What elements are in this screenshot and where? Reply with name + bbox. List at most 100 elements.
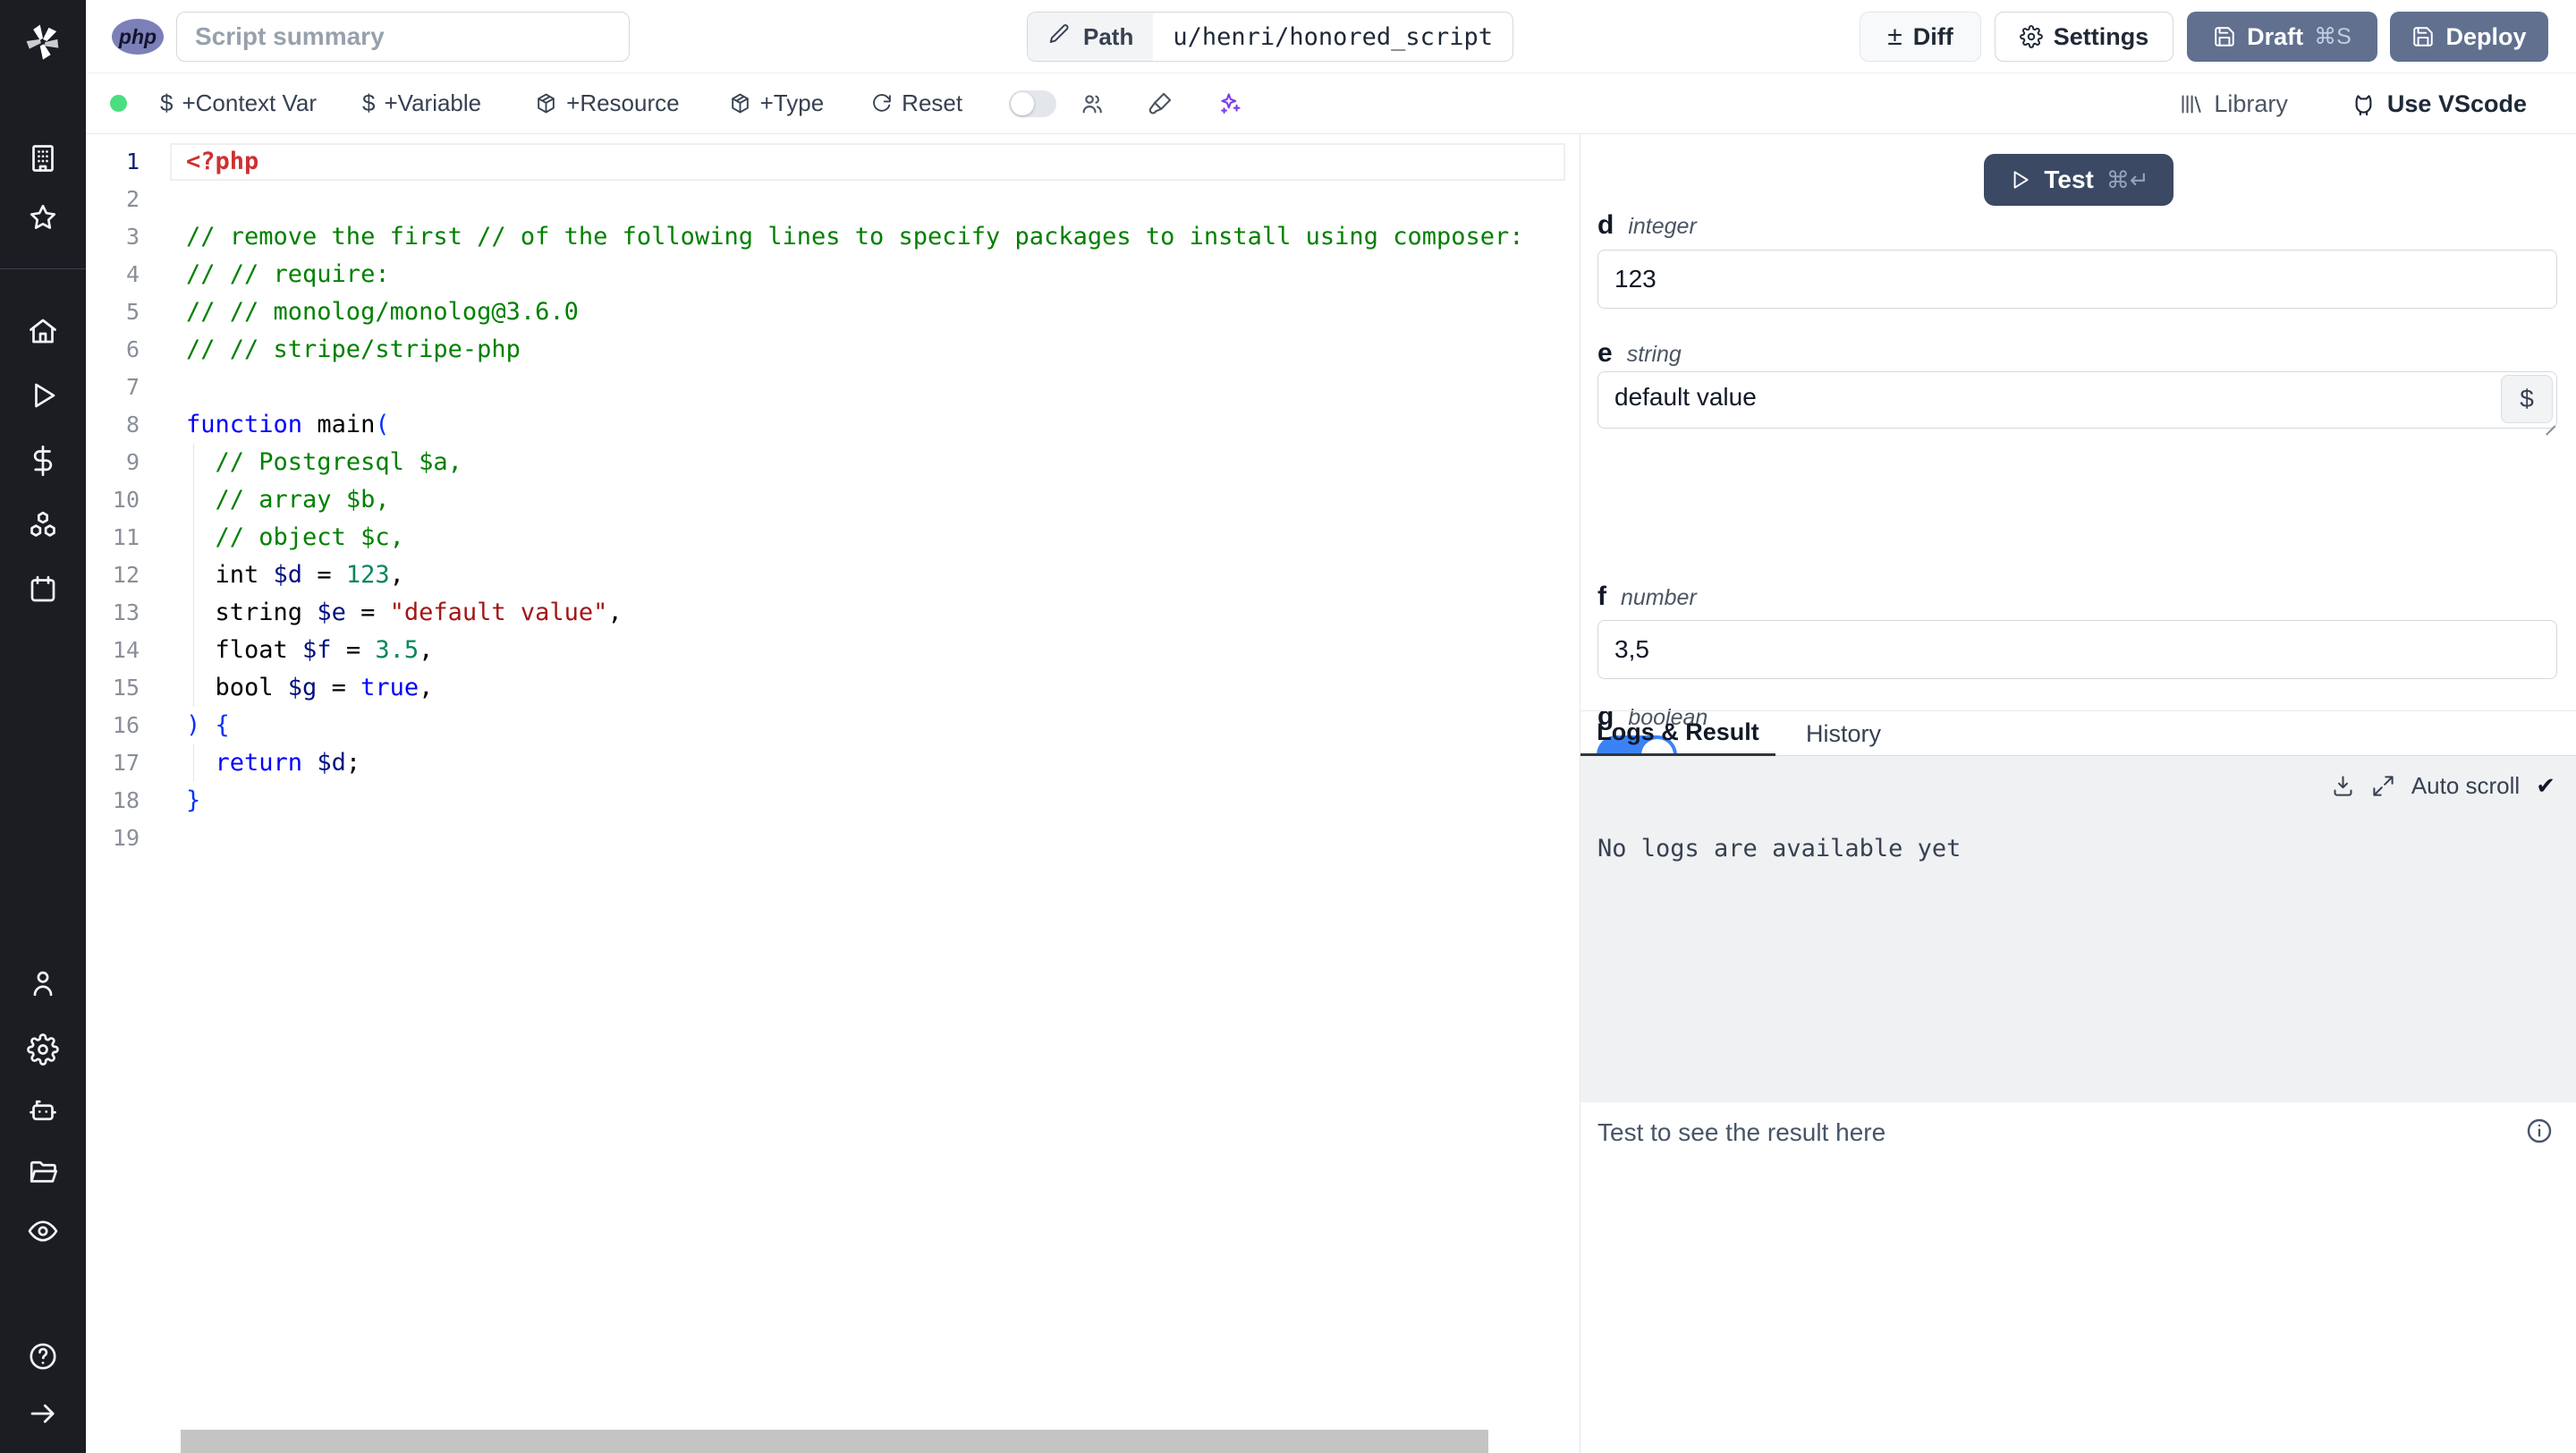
result-area: Test to see the result here: [1580, 1102, 2576, 1453]
line-number: 15: [112, 675, 140, 701]
line-number: 19: [112, 825, 140, 851]
help-icon[interactable]: [27, 1340, 59, 1372]
code-line[interactable]: 5// // monolog/monolog@3.6.0: [86, 293, 1580, 331]
pencil-icon: [1047, 22, 1071, 52]
draft-button[interactable]: Draft ⌘S: [2187, 12, 2377, 62]
code-line[interactable]: 3// remove the first // of the following…: [86, 218, 1580, 256]
dollar-icon: $: [2520, 385, 2534, 412]
add-resource-button[interactable]: +Resource: [535, 89, 680, 117]
reset-button[interactable]: Reset: [870, 89, 962, 117]
add-type-button[interactable]: +Type: [729, 89, 824, 117]
path-value: u/henri/honored_script: [1173, 22, 1493, 51]
code-line[interactable]: 16) {: [86, 707, 1580, 744]
code-line[interactable]: 1 <?php: [86, 143, 1580, 181]
line-number: 10: [112, 487, 140, 513]
horizontal-scrollbar-thumb[interactable]: [181, 1430, 1488, 1453]
editor-toolbar: $ +Context Var $ +Variable +Resource +Ty…: [86, 73, 2576, 134]
line-number: 7: [125, 374, 140, 400]
variables-dollar-icon[interactable]: [27, 445, 59, 477]
code-line[interactable]: 6// // stripe/stripe-php: [86, 331, 1580, 369]
schedules-calendar-icon[interactable]: [27, 574, 59, 606]
add-variable-button[interactable]: $ +Variable: [362, 89, 481, 117]
line-number: 12: [112, 562, 140, 588]
audit-eye-icon[interactable]: [27, 1215, 59, 1247]
field-label-e: e string: [1597, 338, 1682, 368]
line-number: 17: [112, 750, 140, 776]
line-number: 2: [125, 186, 140, 212]
favorites-star-icon[interactable]: [27, 201, 59, 234]
check-icon[interactable]: ✔: [2536, 772, 2555, 800]
tab-logs-result[interactable]: Logs & Result: [1580, 711, 1775, 757]
line-number: 13: [112, 599, 140, 625]
code-line[interactable]: 14 float $f = 3.5,: [86, 632, 1580, 669]
refresh-icon: [870, 92, 893, 115]
users-icon[interactable]: [1080, 91, 1105, 116]
line-number: 5: [125, 299, 140, 325]
workers-robot-icon[interactable]: [27, 1094, 59, 1126]
code-line[interactable]: 15 bool $g = true,: [86, 669, 1580, 707]
library-button[interactable]: Library: [2179, 90, 2288, 118]
php-language-badge: php: [112, 19, 164, 55]
code-line[interactable]: 19: [86, 820, 1580, 857]
line-number: 16: [112, 712, 140, 738]
field-input-f[interactable]: [1597, 620, 2557, 679]
line-number: 6: [125, 336, 140, 362]
code-line[interactable]: 9 // Postgresql $a,: [86, 444, 1580, 481]
results-tabs: Logs & Result History: [1580, 710, 2576, 757]
code-line[interactable]: 10 // array $b,: [86, 481, 1580, 519]
script-summary-input[interactable]: [176, 12, 630, 62]
field-input-e[interactable]: default value: [1597, 371, 2557, 429]
code-line[interactable]: 4// // require:: [86, 256, 1580, 293]
settings-button[interactable]: Settings: [1995, 12, 2174, 62]
code-line[interactable]: 11 // object $c,: [86, 519, 1580, 557]
auto-scroll-label[interactable]: Auto scroll: [2411, 772, 2520, 800]
test-shortcut: ⌘↵: [2106, 166, 2149, 193]
download-logs-icon[interactable]: [2331, 774, 2355, 798]
workspace-icon[interactable]: [27, 142, 59, 174]
play-icon: [2013, 171, 2029, 189]
code-line[interactable]: 8 function main(: [86, 406, 1580, 444]
insert-variable-button[interactable]: $: [2501, 375, 2553, 423]
code-line[interactable]: 18}: [86, 782, 1580, 820]
expand-sidebar-arrow-icon[interactable]: [27, 1398, 59, 1430]
resources-cubes-icon[interactable]: [27, 509, 59, 541]
line-number: 1: [125, 149, 140, 174]
code-line[interactable]: 7: [86, 369, 1580, 406]
code-line[interactable]: 2: [86, 181, 1580, 218]
ai-sparkles-icon[interactable]: [1217, 91, 1242, 116]
code-line[interactable]: 13 string $e = "default value",: [86, 594, 1580, 632]
user-icon[interactable]: [27, 967, 59, 999]
line-number: 8: [125, 412, 140, 438]
diff-icon: ±: [1887, 21, 1902, 51]
code-editor[interactable]: 1 <?php 2 3// remove the first // of the fo…: [86, 134, 1580, 1453]
windmill-logo[interactable]: [20, 18, 66, 64]
field-input-d[interactable]: [1597, 250, 2557, 309]
test-button[interactable]: Test ⌘↵: [1984, 154, 2174, 206]
tab-history[interactable]: History: [1806, 711, 1881, 757]
diff-button[interactable]: ± Diff: [1860, 12, 1981, 62]
settings-gear-icon[interactable]: [27, 1033, 59, 1066]
dollar-icon: $: [160, 89, 174, 116]
multiplayer-toggle[interactable]: [1009, 89, 1057, 117]
right-panel: Test ⌘↵ d integer e string default value…: [1580, 134, 2576, 1453]
line-number: 9: [125, 449, 140, 475]
sidebar: [0, 0, 86, 1453]
path-editor[interactable]: Path u/henri/honored_script: [1027, 12, 1513, 62]
logs-panel: Auto scroll ✔ No logs are available yet: [1580, 756, 2576, 1102]
save-icon: [2411, 25, 2435, 48]
line-number: 4: [125, 261, 140, 287]
format-brush-icon[interactable]: [1148, 91, 1173, 116]
runs-play-icon[interactable]: [27, 379, 59, 412]
folders-icon[interactable]: [27, 1155, 59, 1187]
result-placeholder: Test to see the result here: [1597, 1118, 1886, 1146]
use-vscode-button[interactable]: Use VScode: [2351, 90, 2527, 118]
deploy-button[interactable]: Deploy: [2390, 12, 2548, 62]
line-number: 11: [112, 524, 140, 550]
code-line[interactable]: 12 int $d = 123,: [86, 557, 1580, 594]
expand-logs-icon[interactable]: [2371, 774, 2395, 798]
info-icon[interactable]: [2525, 1117, 2554, 1145]
add-context-var-button[interactable]: $ +Context Var: [160, 89, 317, 117]
vscode-cat-icon: [2351, 91, 2377, 117]
home-icon[interactable]: [27, 315, 59, 347]
code-line[interactable]: 17 return $d;: [86, 744, 1580, 782]
